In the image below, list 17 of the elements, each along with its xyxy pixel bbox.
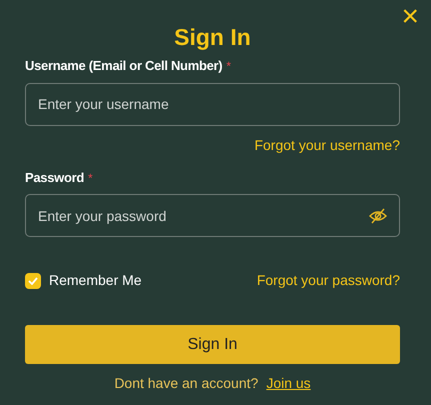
close-button[interactable]: ×	[399, 2, 421, 32]
remember-checkbox[interactable]	[25, 272, 41, 289]
checkmark-icon	[28, 276, 38, 285]
required-mark: *	[226, 58, 231, 76]
join-link[interactable]: Join us	[266, 373, 311, 394]
username-field[interactable]: Enter your username	[25, 82, 400, 126]
password-field[interactable]: Enter your password	[25, 194, 400, 238]
dialog-title: Sign In	[173, 25, 252, 50]
field-label: Password	[25, 168, 84, 187]
field-label: Username (Email or Cell Number)	[25, 57, 222, 76]
remember-label: Remember Me	[49, 271, 142, 290]
sign-in-button[interactable]: Sign In	[25, 325, 400, 364]
required-mark: *	[88, 170, 93, 187]
eye-slash-icon[interactable]	[369, 208, 387, 224]
forgot-username-link[interactable]: Forgot your username?	[254, 134, 400, 156]
forgot-password-link[interactable]: Forgot your password?	[256, 270, 400, 292]
signup-prompt: Dont have an account?	[114, 374, 258, 394]
